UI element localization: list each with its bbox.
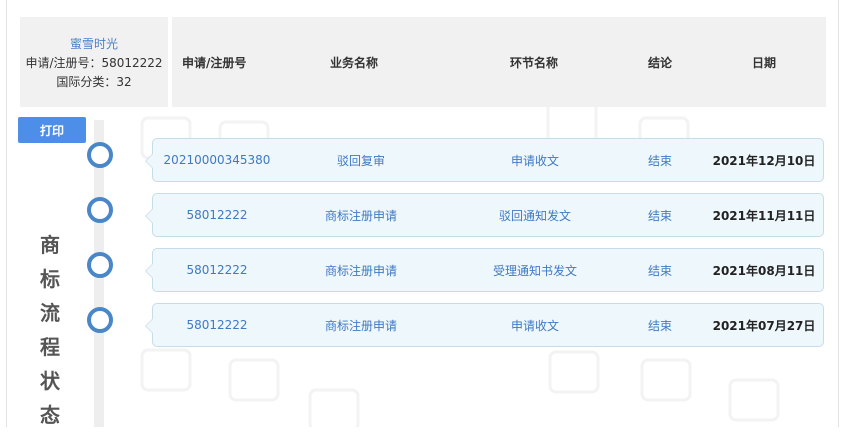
timeline-node [87,197,113,223]
row-date: 2021年08月11日 [712,263,816,278]
timeline-node [87,252,113,278]
row-result: 结束 [647,318,672,333]
row-number[interactable]: 20210000345380 [153,139,281,181]
col-header-number: 申请/注册号 [182,55,247,70]
row-business: 商标注册申请 [324,263,397,278]
trademark-info-box: 蜜雪时光 申请/注册号：58012222 国际分类：32 [20,17,168,107]
side-title: 商标流程状态 [40,233,60,427]
table-row: 58012222 商标注册申请 受理通知书发文 结束 2021年08月11日 [145,248,824,292]
col-header-step: 环节名称 [510,55,559,70]
row-number[interactable]: 58012222 [153,304,281,346]
frame-left-border [6,0,7,427]
row-business: 商标注册申请 [324,318,397,333]
row-result: 结束 [647,208,672,223]
row-number[interactable]: 58012222 [153,249,281,291]
row-step: 受理通知书发文 [492,263,577,278]
row-business: 驳回复审 [336,153,385,168]
col-header-date: 日期 [752,55,777,70]
trademark-reg-number: 申请/注册号：58012222 [25,55,163,70]
trademark-name[interactable]: 蜜雪时光 [70,35,118,52]
row-result: 结束 [647,153,672,168]
row-date: 2021年11月11日 [712,208,816,223]
col-header-business: 业务名称 [330,55,379,70]
table-row: 58012222 商标注册申请 申请收文 结束 2021年07月27日 [145,303,824,347]
table-row: 20210000345380 驳回复审 申请收文 结束 2021年12月10日 [145,138,824,182]
trademark-class: 国际分类：32 [56,74,132,89]
table-row: 58012222 商标注册申请 驳回通知发文 结束 2021年11月11日 [145,193,824,237]
row-date: 2021年07月27日 [712,318,816,333]
row-result: 结束 [647,263,672,278]
frame-right-border [838,0,839,427]
timeline-node [87,142,113,168]
row-step: 申请收文 [510,153,559,168]
print-button[interactable]: 打印 [18,117,86,143]
row-date: 2021年12月10日 [712,153,816,168]
table-header: 申请/注册号 业务名称 环节名称 结论 日期 [172,17,826,107]
row-number[interactable]: 58012222 [153,194,281,236]
timeline-node [87,307,113,333]
row-step: 驳回通知发文 [498,208,571,223]
col-header-result: 结论 [648,55,673,70]
row-business: 商标注册申请 [324,208,397,223]
row-step: 申请收文 [510,318,559,333]
